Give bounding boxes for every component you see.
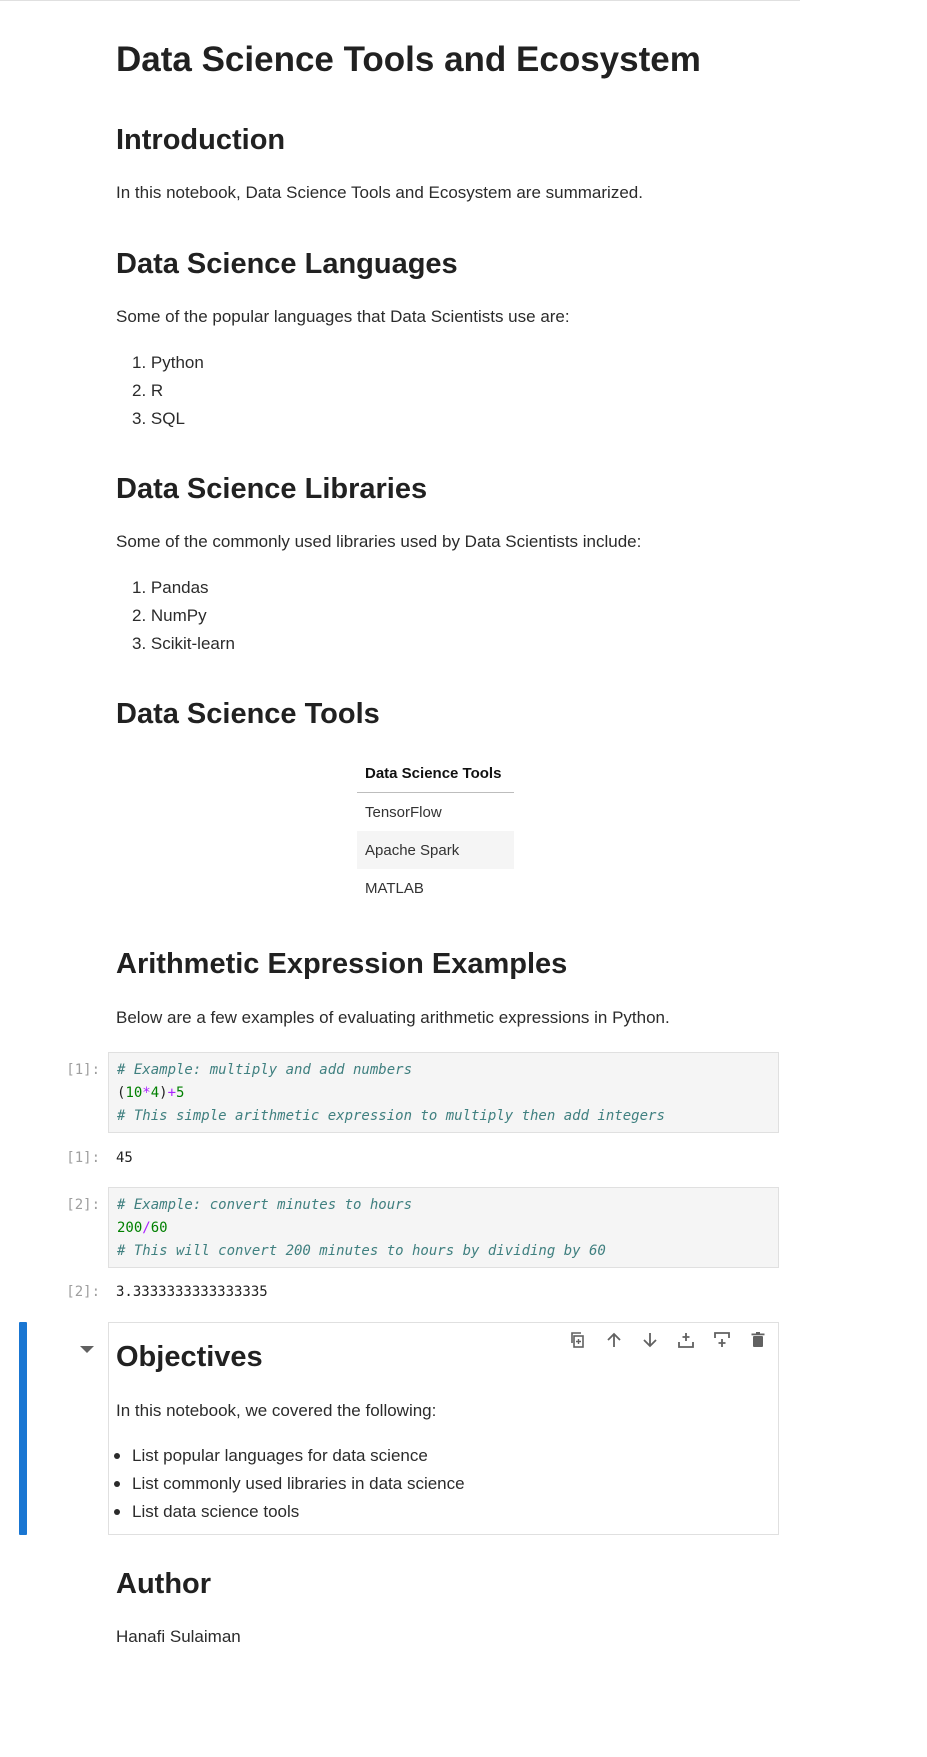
list-item: List popular languages for data science xyxy=(114,1442,465,1470)
collapse-caret-icon[interactable] xyxy=(80,1346,94,1353)
cell-output: 3.3333333333333335 xyxy=(116,1284,268,1300)
table-cell: TensorFlow xyxy=(365,803,442,821)
table-row: Apache Spark xyxy=(357,831,514,869)
code-comment: # Example: convert minutes to hours xyxy=(117,1197,413,1213)
code-line: 200/60 xyxy=(117,1220,168,1236)
input-prompt: [2]: xyxy=(66,1197,100,1213)
list-item: 1. Python xyxy=(132,353,204,372)
list-item: 3. SQL xyxy=(132,409,185,428)
languages-list: 1. Python 2. R 3. SQL xyxy=(132,349,204,433)
code-comment: # Example: multiply and add numbers xyxy=(117,1062,413,1078)
table-cell: MATLAB xyxy=(365,879,424,897)
active-cell-indicator[interactable] xyxy=(19,1322,27,1535)
output-prompt: [1]: xyxy=(66,1150,100,1166)
tools-table: Data Science Tools TensorFlow Apache Spa… xyxy=(357,754,514,907)
code-comment: # This simple arithmetic expression to m… xyxy=(117,1108,665,1124)
arithmetic-heading: Arithmetic Expression Examples xyxy=(116,948,568,980)
cell-output: 45 xyxy=(116,1150,133,1166)
code-cell-editor[interactable]: # Example: multiply and add numbers (10*… xyxy=(108,1052,779,1133)
top-divider xyxy=(0,0,800,1)
list-item: 2. NumPy xyxy=(132,606,207,625)
input-prompt: [1]: xyxy=(66,1062,100,1078)
author-heading: Author xyxy=(116,1568,212,1600)
table-row: TensorFlow xyxy=(357,793,514,832)
list-item: 3. Scikit-learn xyxy=(132,634,235,653)
languages-heading: Data Science Languages xyxy=(116,248,458,280)
code-comment: # This will convert 200 minutes to hours… xyxy=(117,1243,606,1259)
table-header: Data Science Tools xyxy=(357,754,514,793)
notebook-page: Data Science Tools and Ecosystem Introdu… xyxy=(0,0,927,1757)
list-item: List data science tools xyxy=(114,1498,465,1526)
libraries-text: Some of the commonly used libraries used… xyxy=(116,532,642,551)
table-row: MATLAB xyxy=(357,869,514,907)
list-item: 1. Pandas xyxy=(132,578,209,597)
intro-text: In this notebook, Data Science Tools and… xyxy=(116,183,643,202)
arithmetic-text: Below are a few examples of evaluating a… xyxy=(116,1008,670,1027)
table-cell: Apache Spark xyxy=(357,831,514,869)
languages-text: Some of the popular languages that Data … xyxy=(116,307,570,326)
code-cell-editor[interactable]: # Example: convert minutes to hours 200/… xyxy=(108,1187,779,1268)
libraries-heading: Data Science Libraries xyxy=(116,473,428,505)
intro-heading: Introduction xyxy=(116,124,286,156)
tools-heading: Data Science Tools xyxy=(116,698,380,730)
list-item: List commonly used libraries in data sci… xyxy=(114,1470,465,1498)
libraries-list: 1. Pandas 2. NumPy 3. Scikit-learn xyxy=(132,574,235,658)
objectives-text: In this notebook, we covered the followi… xyxy=(116,1401,437,1420)
author-name: Hanafi Sulaiman xyxy=(116,1627,241,1646)
output-prompt: [2]: xyxy=(66,1284,100,1300)
objectives-heading: Objectives xyxy=(116,1341,263,1373)
list-item: 2. R xyxy=(132,381,164,400)
code-line: (10*4)+5 xyxy=(117,1085,185,1101)
notebook-title: Data Science Tools and Ecosystem xyxy=(116,40,701,79)
objectives-list: List popular languages for data science … xyxy=(114,1442,483,1526)
